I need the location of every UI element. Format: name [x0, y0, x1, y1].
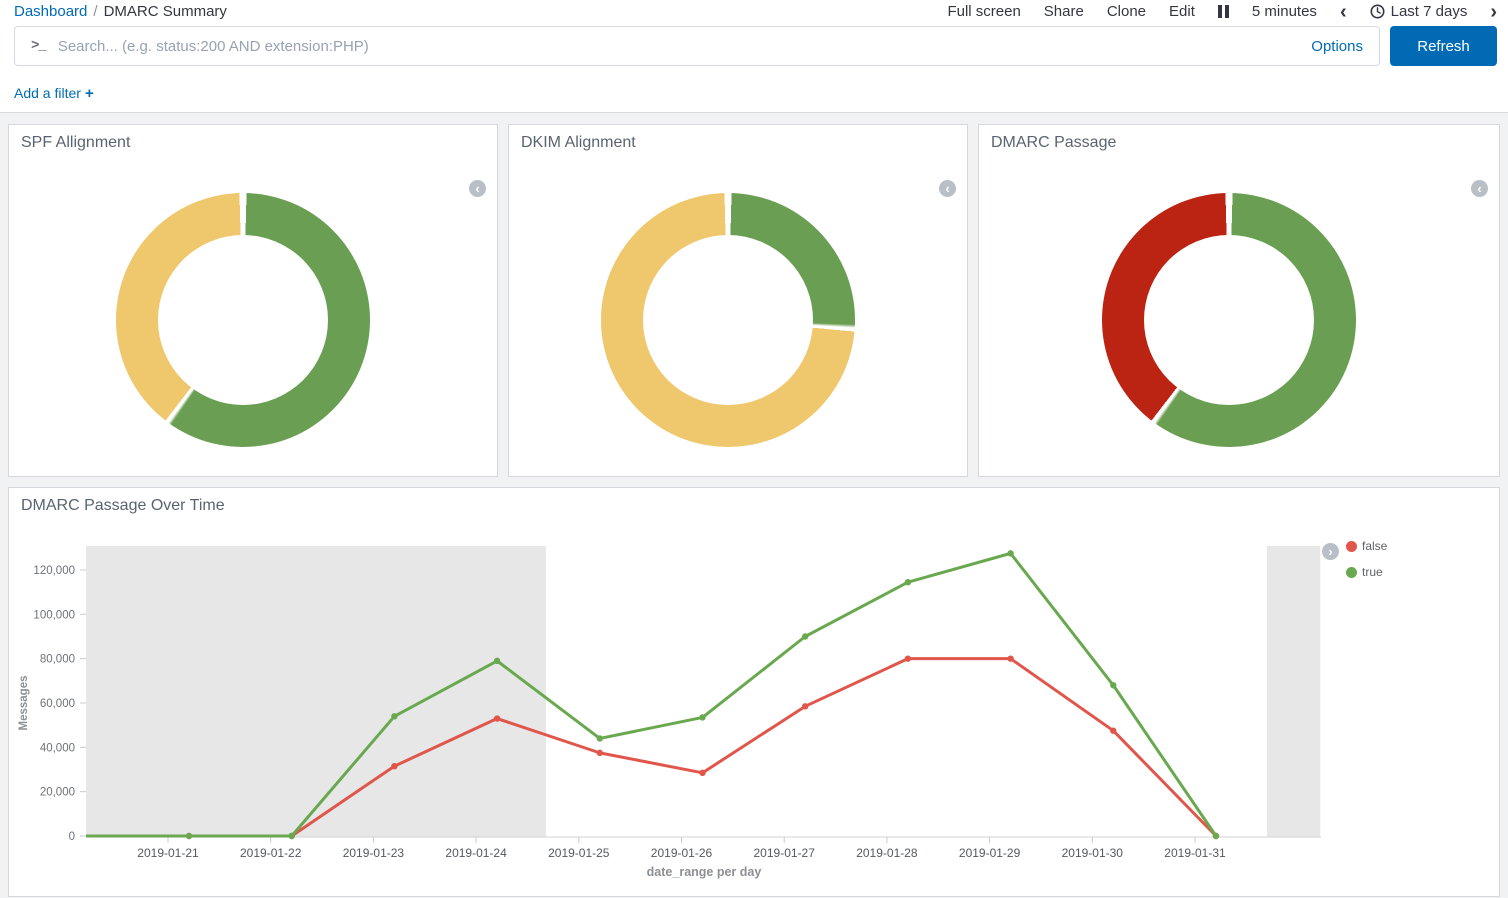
breadcrumb: Dashboard / DMARC Summary	[14, 3, 227, 20]
legend-collapse-icon[interactable]: ‹	[469, 180, 486, 197]
svg-text:2019-01-24: 2019-01-24	[445, 846, 507, 860]
line-legend: false true	[1346, 538, 1387, 590]
time-range-label: Last 7 days	[1391, 3, 1468, 20]
edit-button[interactable]: Edit	[1169, 3, 1195, 20]
dkim-donut-chart[interactable]	[601, 193, 855, 447]
svg-text:120,000: 120,000	[33, 565, 75, 577]
search-input[interactable]	[58, 38, 1299, 55]
svg-text:40,000: 40,000	[40, 742, 75, 754]
legend-dot-icon	[1346, 541, 1357, 552]
svg-text:2019-01-31: 2019-01-31	[1164, 846, 1226, 860]
svg-text:2019-01-22: 2019-01-22	[240, 846, 302, 860]
legend-collapse-icon[interactable]: ‹	[939, 180, 956, 197]
panel-title: DMARC Passage	[991, 134, 1116, 152]
breadcrumb-separator: /	[93, 3, 97, 20]
svg-text:80,000: 80,000	[40, 654, 75, 666]
legend-dot-icon	[1346, 567, 1357, 578]
search-options-link[interactable]: Options	[1311, 38, 1363, 55]
breadcrumb-dashboard-link[interactable]: Dashboard	[14, 3, 87, 20]
x-axis-title: date_range per day	[647, 865, 762, 879]
y-axis: 0 20,000 40,000 60,000 80,000 100,000 120,000	[33, 565, 86, 843]
donut-hole	[1144, 235, 1314, 405]
add-filter-label: Add a filter	[14, 85, 81, 101]
top-menu: Full screen Share Clone Edit 5 minutes ‹…	[947, 3, 1497, 20]
svg-text:2019-01-26: 2019-01-26	[651, 846, 713, 860]
outside-range-bands	[86, 546, 1320, 837]
svg-text:2019-01-27: 2019-01-27	[754, 846, 816, 860]
y-axis-title: Messages	[18, 676, 30, 731]
add-filter-button[interactable]: Add a filter+	[14, 85, 94, 102]
refresh-interval-button[interactable]: 5 minutes	[1252, 3, 1317, 20]
legend-item-false[interactable]: false	[1346, 538, 1387, 554]
clock-icon	[1370, 4, 1385, 19]
svg-text:2019-01-28: 2019-01-28	[856, 846, 918, 860]
panel-spf-alignment: SPF Allignment ‹	[8, 124, 498, 477]
svg-text:2019-01-21: 2019-01-21	[137, 846, 199, 860]
time-back-chevron-icon[interactable]: ‹	[1340, 5, 1347, 19]
time-forward-chevron-icon[interactable]: ›	[1490, 5, 1497, 19]
donut-hole	[643, 235, 813, 405]
svg-text:2019-01-29: 2019-01-29	[959, 846, 1021, 860]
page-title: DMARC Summary	[104, 3, 227, 20]
clone-button[interactable]: Clone	[1107, 3, 1146, 20]
legend-expand-icon[interactable]: ›	[1322, 543, 1339, 560]
dmarc-donut-chart[interactable]	[1102, 193, 1356, 447]
svg-text:100,000: 100,000	[33, 609, 75, 621]
legend-collapse-icon[interactable]: ‹	[1471, 180, 1488, 197]
plus-icon: +	[85, 85, 94, 102]
donut-hole	[158, 235, 328, 405]
svg-text:0: 0	[69, 831, 75, 843]
panel-dmarc-passage: DMARC Passage ‹	[978, 124, 1500, 477]
share-button[interactable]: Share	[1044, 3, 1084, 20]
panel-dkim-alignment: DKIM Alignment ‹	[508, 124, 968, 477]
panel-title: SPF Allignment	[21, 134, 130, 152]
console-prompt-icon: >_	[31, 38, 46, 54]
svg-text:60,000: 60,000	[40, 698, 75, 710]
panel-title: DKIM Alignment	[521, 134, 636, 152]
svg-text:2019-01-23: 2019-01-23	[343, 846, 405, 860]
legend-label: true	[1362, 565, 1383, 579]
spf-donut-chart[interactable]	[116, 193, 370, 447]
refresh-button[interactable]: Refresh	[1390, 26, 1497, 66]
full-screen-button[interactable]: Full screen	[947, 3, 1020, 20]
panel-dmarc-passage-over-time: DMARC Passage Over Time 2019-01-212019-0…	[8, 487, 1500, 897]
x-axis: 2019-01-21 2019-01-22 2019-01-23 2019-01-24…	[86, 837, 1321, 860]
pause-icon[interactable]	[1218, 5, 1229, 18]
svg-text:2019-01-30: 2019-01-30	[1062, 846, 1124, 860]
legend-label: false	[1362, 539, 1387, 553]
svg-text:20,000: 20,000	[40, 787, 75, 799]
legend-item-true[interactable]: true	[1346, 564, 1387, 580]
time-range-picker[interactable]: Last 7 days	[1370, 3, 1468, 20]
svg-text:2019-01-25: 2019-01-25	[548, 846, 610, 860]
dashboard-grid: SPF Allignment ‹ DKIM Alignment ‹ DMARC …	[0, 113, 1508, 898]
line-chart: 2019-01-21 2019-01-22 2019-01-23 2019-01-24…	[9, 488, 1499, 896]
search-bar: >_ Options	[14, 26, 1380, 66]
